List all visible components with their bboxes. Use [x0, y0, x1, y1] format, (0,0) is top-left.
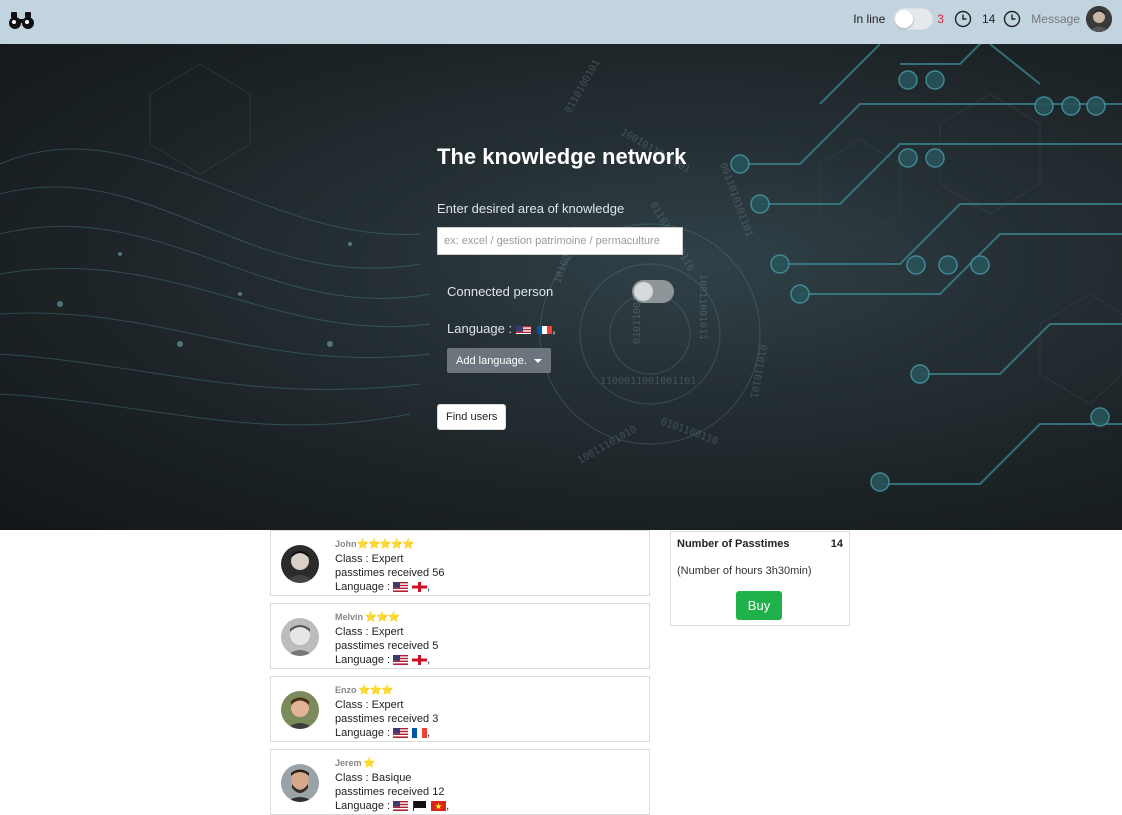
user-language: Language : , [335, 581, 431, 593]
user-class: Class : Expert [335, 553, 404, 565]
passtimes-hours: (Number of hours 3h30min) [677, 565, 812, 577]
vn-flag-icon [431, 801, 447, 812]
binoculars-icon[interactable] [8, 10, 36, 32]
england-flag-icon [412, 582, 428, 593]
inline-count: 3 [937, 12, 944, 26]
user-passtimes: passtimes received 5 [335, 640, 439, 652]
star-rating: ⭐⭐⭐ [363, 612, 400, 623]
user-class: Class : Expert [335, 626, 404, 638]
user-name[interactable]: Melvin [335, 612, 363, 622]
clock-icon[interactable] [1003, 10, 1021, 28]
user-name[interactable]: Jerem [335, 758, 362, 768]
connected-person-toggle[interactable] [632, 280, 674, 303]
user-avatar[interactable] [1086, 6, 1112, 32]
user-class: Class : Expert [335, 699, 404, 711]
user-info: Jerem ⭐ Class : Basique passtimes receiv… [335, 756, 449, 813]
message-link[interactable]: Message [1031, 12, 1080, 26]
fr-flag-icon [537, 324, 553, 334]
inline-toggle[interactable] [893, 8, 934, 30]
user-card[interactable]: Jerem ⭐ Class : Basique passtimes receiv… [270, 749, 650, 815]
find-users-button[interactable]: Find users [437, 404, 507, 430]
us-flag-icon [393, 582, 409, 593]
clock-count: 14 [981, 12, 996, 26]
pirate-flag-icon [412, 801, 427, 812]
user-language: Language : , [335, 654, 431, 666]
us-flag-icon [516, 324, 532, 334]
user-passtimes: passtimes received 3 [335, 713, 439, 725]
england-flag-icon [412, 655, 428, 666]
user-language: Language : , [335, 727, 431, 739]
hero-subtitle: Enter desired area of knowledge [437, 201, 625, 216]
circuit-background: 0110100101 1001011001101 0110100110110 1… [0, 44, 1122, 530]
us-flag-icon [393, 801, 409, 812]
connected-person-label: Connected person [447, 284, 554, 299]
passtimes-title: Number of Passtimes [677, 538, 790, 550]
user-info: Melvin ⭐⭐⭐ Class : Expert passtimes rece… [335, 610, 438, 667]
language-label: Language : [335, 581, 394, 593]
language-label: Language : [335, 654, 394, 666]
buy-button[interactable]: Buy [736, 591, 782, 620]
passtimes-panel: Number of Passtimes 14 (Number of hours … [670, 531, 850, 626]
star-rating: ⭐ [361, 758, 375, 769]
language-label: Language : [447, 321, 513, 336]
language-row: Language : , [447, 321, 556, 336]
top-right-controls: In line 3 14 Message [853, 0, 1112, 38]
star-rating: ⭐⭐⭐⭐⭐ [356, 539, 415, 550]
hero-banner: 0110100101 1001011001101 0110100110110 1… [0, 44, 1122, 530]
user-language: Language : , [335, 800, 450, 812]
user-passtimes: passtimes received 12 [335, 786, 445, 798]
inline-label: In line [853, 12, 886, 26]
language-suffix: , [552, 321, 556, 336]
star-rating: ⭐⭐⭐ [356, 685, 393, 696]
user-card[interactable]: John⭐⭐⭐⭐⭐ Class : Expert passtimes recei… [270, 530, 650, 596]
language-label: Language : [335, 800, 394, 812]
user-card[interactable]: Enzo ⭐⭐⭐ Class : Expert passtimes receiv… [270, 676, 650, 742]
hero-title: The knowledge network [437, 144, 687, 169]
language-label: Language : [335, 727, 394, 739]
user-avatar [281, 545, 319, 583]
caret-down-icon [533, 358, 542, 363]
user-avatar [281, 691, 319, 729]
fr-flag-icon [412, 728, 428, 739]
user-info: John⭐⭐⭐⭐⭐ Class : Expert passtimes recei… [335, 537, 444, 594]
us-flag-icon [393, 655, 409, 666]
user-class: Class : Basique [335, 772, 412, 784]
top-bar: In line 3 14 Message [0, 0, 1122, 44]
user-info: Enzo ⭐⭐⭐ Class : Expert passtimes receiv… [335, 683, 438, 740]
us-flag-icon [393, 728, 409, 739]
knowledge-search-input[interactable] [437, 227, 683, 255]
user-card[interactable]: Melvin ⭐⭐⭐ Class : Expert passtimes rece… [270, 603, 650, 669]
add-language-label: Add language. [456, 354, 527, 367]
user-passtimes: passtimes received 56 [335, 567, 445, 579]
add-language-dropdown[interactable]: Add language. [447, 348, 551, 373]
user-avatar [281, 764, 319, 802]
clock-icon[interactable] [954, 10, 972, 28]
passtimes-count: 14 [830, 538, 843, 550]
user-name[interactable]: John [335, 539, 357, 549]
user-avatar [281, 618, 319, 656]
user-name[interactable]: Enzo [335, 685, 357, 695]
